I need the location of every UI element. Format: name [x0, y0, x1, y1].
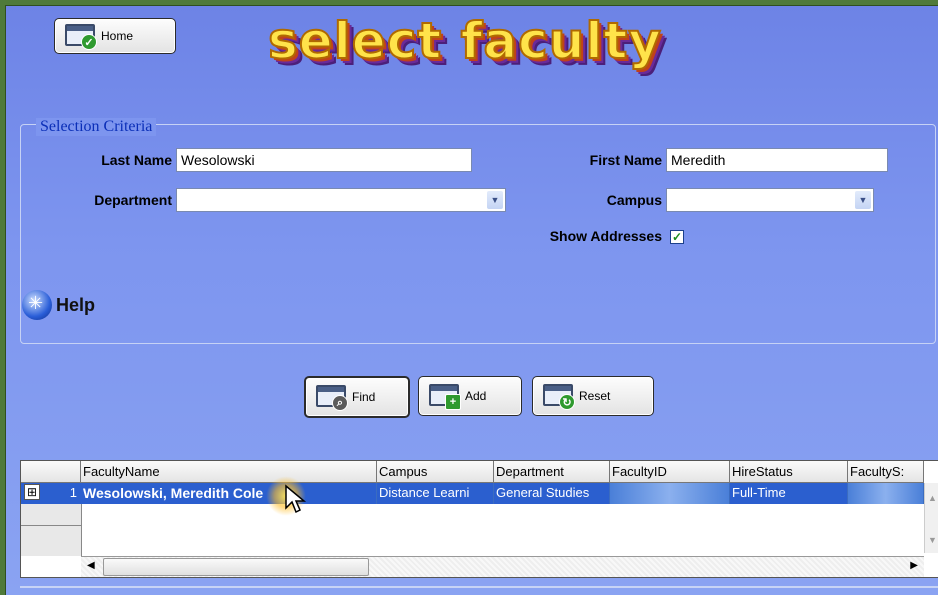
last-name-label: Last Name: [101, 152, 172, 168]
row-header-divider: [21, 525, 81, 526]
column-header-facultys[interactable]: FacultyS:: [848, 461, 924, 483]
mouse-pointer-icon: [285, 484, 307, 514]
cell-hirestatus[interactable]: Full-Time: [730, 483, 848, 504]
scroll-down-icon[interactable]: ▼: [928, 535, 937, 545]
row-header-column: [21, 504, 82, 556]
find-button-label: Find: [352, 390, 376, 404]
selection-criteria-legend: Selection Criteria: [36, 118, 157, 136]
expand-row-icon[interactable]: ⊞: [24, 484, 40, 500]
show-addresses-checkbox[interactable]: ✓: [670, 230, 684, 244]
help-link[interactable]: Help: [22, 290, 95, 320]
last-name-field[interactable]: Wesolowski: [176, 148, 472, 172]
column-header-facultyname[interactable]: FacultyName: [81, 461, 377, 483]
bottom-divider: [20, 586, 938, 588]
campus-label: Campus: [606, 192, 662, 208]
department-select[interactable]: ▼: [176, 188, 506, 212]
show-addresses-label: Show Addresses: [549, 228, 662, 244]
row-number: 1: [69, 485, 77, 500]
campus-select[interactable]: ▼: [666, 188, 874, 212]
first-name-field[interactable]: Meredith: [666, 148, 888, 172]
cell-campus[interactable]: Distance Learni: [377, 483, 494, 504]
cell-department[interactable]: General Studies: [494, 483, 610, 504]
home-button-label: Home: [101, 29, 134, 43]
column-header-campus[interactable]: Campus: [377, 461, 494, 483]
scroll-right-icon[interactable]: ▶: [910, 560, 918, 571]
window-add-icon: +: [429, 384, 461, 410]
vertical-scrollbar[interactable]: ▲ ▼: [924, 483, 938, 553]
column-header-department[interactable]: Department: [494, 461, 610, 483]
column-header-facultyid[interactable]: FacultyID: [610, 461, 730, 483]
page-title: select faculty: [267, 11, 663, 71]
window-check-icon: ✓: [65, 24, 97, 50]
row-header-corner: [21, 461, 81, 483]
scroll-up-icon[interactable]: ▲: [928, 493, 937, 503]
horizontal-scrollbar[interactable]: ◀ ▶: [81, 556, 924, 577]
chevron-down-icon[interactable]: ▼: [855, 191, 871, 209]
window-search-icon: ⌕: [316, 385, 348, 411]
scroll-left-icon[interactable]: ◀: [87, 560, 95, 571]
find-button[interactable]: ⌕ Find: [304, 376, 410, 418]
reset-button-label: Reset: [579, 389, 611, 403]
reset-button[interactable]: ↻ Reset: [532, 376, 654, 416]
window-refresh-icon: ↻: [543, 384, 575, 410]
results-grid[interactable]: FacultyName Campus Department FacultyID …: [20, 460, 938, 578]
column-header-hirestatus[interactable]: HireStatus: [730, 461, 848, 483]
scroll-thumb[interactable]: [103, 558, 369, 576]
app-window: ✓ Home select faculty Selection Criteria…: [5, 5, 938, 595]
help-label: Help: [56, 294, 96, 315]
home-button[interactable]: ✓ Home: [54, 18, 176, 54]
department-label: Department: [94, 192, 172, 208]
first-name-label: First Name: [589, 152, 662, 168]
help-sparkle-icon: [22, 290, 52, 320]
cell-facultyname[interactable]: Wesolowski, Meredith Cole: [81, 483, 377, 504]
cell-facultyid[interactable]: [610, 483, 730, 504]
add-button-label: Add: [465, 389, 487, 403]
add-button[interactable]: + Add: [418, 376, 522, 416]
chevron-down-icon[interactable]: ▼: [487, 191, 503, 209]
cell-facultys[interactable]: [848, 483, 924, 504]
